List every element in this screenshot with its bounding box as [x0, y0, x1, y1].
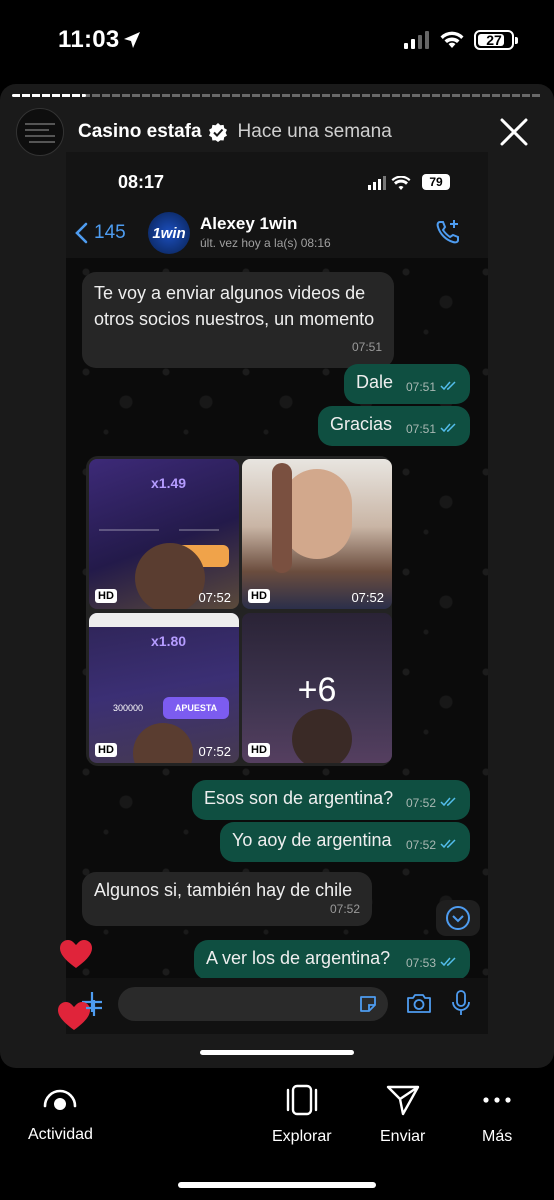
- wa-battery: 79: [422, 174, 450, 190]
- message-time: 07:53: [405, 956, 436, 970]
- send-icon: [386, 1085, 419, 1116]
- video-time: 07:52: [351, 590, 384, 605]
- more-count: +6: [297, 671, 337, 709]
- message-outgoing: Gracias 07:51: [318, 406, 470, 446]
- nav-activity-label: Actividad: [28, 1126, 93, 1143]
- message-text: Dale: [356, 372, 394, 392]
- multiplier-text: x1.80: [151, 633, 187, 649]
- media-album: x1.49 HD 07:52 HD 07:52 x1.80 300000 APU…: [86, 456, 392, 766]
- message-text: Yo aoy de argentina: [232, 830, 392, 850]
- message-time: 07:52: [329, 902, 360, 916]
- wa-avatar-text: 1win: [152, 224, 186, 242]
- message-time: 07:52: [405, 796, 436, 810]
- battery-icon: 27: [474, 30, 518, 50]
- message-time: 07:51: [405, 422, 436, 436]
- message-text: Esos son de argentina?: [204, 788, 394, 808]
- message-text: Te voy a enviar algunos videos de otros …: [94, 283, 375, 329]
- story-timestamp: Hace una semana: [237, 121, 392, 142]
- double-check-icon: [440, 797, 456, 807]
- battery-level: 27: [486, 32, 502, 48]
- message-incoming: Te voy a enviar algunos videos de otros …: [82, 272, 394, 368]
- location-arrow-icon: [124, 32, 140, 48]
- video-time: 07:52: [198, 744, 231, 759]
- camera-icon: [407, 994, 431, 1013]
- wa-clock: 08:17: [118, 172, 165, 192]
- nav-more[interactable]: Más: [482, 1084, 512, 1146]
- video-time: 07:52: [198, 590, 231, 605]
- message-outgoing: Esos son de argentina? 07:52: [192, 780, 470, 820]
- nav-send[interactable]: Enviar: [380, 1084, 425, 1146]
- microphone-icon: [452, 990, 470, 1015]
- video-thumbnail-more: +6 HD: [242, 613, 392, 763]
- bet-button: APUESTA: [163, 697, 229, 719]
- scroll-to-bottom-button: [436, 900, 480, 936]
- wa-header: 08:17 79 145 1win Alexey 1win últ. vez h…: [66, 152, 488, 258]
- message-time: 07:51: [351, 340, 382, 354]
- message-time: 07:52: [405, 838, 436, 852]
- sticker-icon: [360, 996, 376, 1012]
- wifi-icon: [440, 31, 464, 48]
- double-check-icon: [440, 381, 456, 391]
- wa-contact-avatar: 1win: [148, 212, 190, 254]
- wa-signal-wifi-icon: [368, 176, 411, 190]
- story-progress-bar: [12, 94, 542, 97]
- more-icon: [483, 1097, 511, 1103]
- avatar[interactable]: [16, 108, 64, 156]
- close-icon[interactable]: [498, 116, 530, 148]
- chevron-down-circle-icon: [446, 906, 470, 930]
- double-check-icon: [440, 423, 456, 433]
- hd-badge: HD: [248, 743, 270, 757]
- activity-icon: [44, 1089, 77, 1110]
- nav-activity[interactable]: Actividad: [28, 1084, 93, 1144]
- heart-plus-icon[interactable]: [58, 998, 104, 1032]
- nav-explore-label: Explorar: [272, 1128, 332, 1145]
- wa-back-button: 145: [74, 222, 126, 244]
- cellular-signal-icon: [404, 31, 429, 49]
- nav-more-label: Más: [482, 1128, 513, 1145]
- story-image-whatsapp-chat: 08:17 79 145 1win Alexey 1win últ. vez h…: [66, 152, 488, 980]
- nav-explore[interactable]: Explorar: [272, 1084, 332, 1146]
- inner-home-indicator: [200, 1050, 354, 1055]
- os-status-bar: 11:03 27: [0, 0, 554, 80]
- double-check-icon: [440, 957, 456, 967]
- home-indicator[interactable]: [178, 1182, 376, 1188]
- video-thumbnail: HD 07:52: [242, 459, 392, 609]
- wa-composer: [66, 978, 488, 1034]
- double-check-icon: [440, 839, 456, 849]
- message-text: Gracias: [330, 414, 393, 434]
- add-call-icon: [436, 220, 459, 244]
- wa-last-seen: últ. vez hoy a la(s) 08:16: [200, 236, 331, 250]
- message-outgoing: Dale 07:51: [344, 364, 470, 404]
- message-time: 07:51: [405, 380, 436, 394]
- message-outgoing: Yo aoy de argentina 07:52: [220, 822, 470, 862]
- story-account-name[interactable]: Casino estafa: [78, 121, 202, 143]
- story-header: Casino estafa Hace una semana: [16, 108, 540, 156]
- message-incoming: Algunos si, también hay de chile 07:52: [82, 872, 372, 926]
- heart-sticker-icon: [60, 940, 92, 968]
- message-text: Algunos si, también hay de chile: [94, 880, 353, 900]
- video-thumbnail: x1.80 300000 APUESTA HD 07:52: [89, 613, 239, 763]
- message-text: A ver los de argentina?: [206, 948, 391, 968]
- wa-back-count: 145: [94, 222, 126, 243]
- os-clock: 11:03: [58, 26, 120, 53]
- story-bottom-bar: Actividad Explorar Enviar Más: [0, 1070, 554, 1200]
- bet-amount: 300000: [113, 703, 144, 713]
- chevron-left-icon: [75, 222, 88, 244]
- hd-badge: HD: [95, 743, 117, 757]
- hd-badge: HD: [248, 589, 270, 603]
- story-viewer[interactable]: Casino estafa Hace una semana 08:17 79 1: [0, 84, 554, 1068]
- message-outgoing: A ver los de argentina? 07:53: [194, 940, 470, 980]
- nav-send-label: Enviar: [380, 1128, 426, 1145]
- explore-icon: [286, 1084, 317, 1116]
- multiplier-text: x1.49: [151, 475, 187, 491]
- verified-badge-icon: [208, 123, 227, 142]
- video-thumbnail: x1.49 HD 07:52: [89, 459, 239, 609]
- wa-message-input: [118, 987, 388, 1021]
- hd-badge: HD: [95, 589, 117, 603]
- wa-contact-name: Alexey 1win: [200, 214, 298, 233]
